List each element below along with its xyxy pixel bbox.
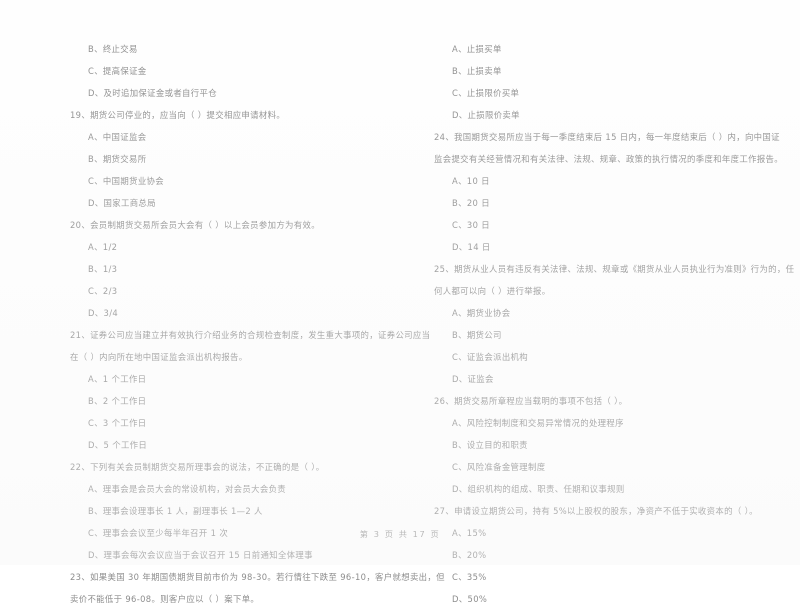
left-option-11: C、2/3 xyxy=(88,286,118,296)
left-option-0: B、终止交易 xyxy=(88,44,138,54)
left-question-3: 19、期货公司停业的，应当向（ ）提交相应申请材料。 xyxy=(70,110,286,120)
left-option-2: D、及时追加保证金或者自行平仓 xyxy=(88,88,217,98)
right-option-14: C、证监会派出机构 xyxy=(452,352,528,362)
right-option-3: D、止损限价卖单 xyxy=(452,110,520,120)
left-option-21: B、理事会设理事长 1 人，副理事长 1—2 人 xyxy=(88,506,263,516)
right-option-1: B、止损卖单 xyxy=(452,66,502,76)
right-option-12: A、期货业协会 xyxy=(452,308,511,318)
left-option-6: C、中国期货业协会 xyxy=(88,176,164,186)
right-option-23: B、20% xyxy=(452,550,487,560)
right-option-20: D、组织机构的组成、职责、任期和议事规则 xyxy=(452,484,625,494)
left-option-20: A、理事会是会员大会的常设机构，对会员大会负责 xyxy=(88,484,287,494)
left-question-24: 23、如果美国 30 年期国债期货目前市价为 98-30。若行情往下跌至 96-… xyxy=(70,572,445,582)
left-option-23: D、理事会每次会议应当于会议召开 15 日前通知全体理事 xyxy=(88,550,313,560)
page-footer: 第 3 页 共 17 页 xyxy=(359,529,441,539)
right-option-6: A、10 日 xyxy=(452,176,490,186)
right-option-2: C、止损限价买单 xyxy=(452,88,520,98)
right-option-17: A、风险控制制度和交易异常情况的处理程序 xyxy=(452,418,624,428)
left-question-19: 22、下列有关会员制期货交易所理事会的说法，不正确的是（ ）。 xyxy=(70,462,325,472)
left-question-cont-25: 卖价不能低于 96-08。则客户应以（ ）案下单。 xyxy=(70,594,260,604)
left-option-15: A、1 个工作日 xyxy=(88,374,147,384)
right-option-7: B、20 日 xyxy=(452,198,490,208)
left-question-8: 20、会员制期货交易所会员大会有（ ）以上会员参加方为有效。 xyxy=(70,220,320,230)
right-option-19: C、风险准备金管理制度 xyxy=(452,462,546,472)
left-option-5: B、期货交易所 xyxy=(88,154,147,164)
right-question-4: 24、我国期货交易所应当于每一季度结束后 15 日内，每一年度结束后（ ）内，向… xyxy=(434,132,780,142)
left-option-7: D、国家工商总局 xyxy=(88,198,156,208)
left-option-1: C、提高保证金 xyxy=(88,66,147,76)
right-option-15: D、证监会 xyxy=(452,374,494,384)
left-option-9: A、1/2 xyxy=(88,242,118,252)
right-option-9: D、14 日 xyxy=(452,242,491,252)
exam-page: B、终止交易 C、提高保证金 D、及时追加保证金或者自行平仓 19、期货公司停业的，应… xyxy=(0,0,800,604)
right-option-13: B、期货公司 xyxy=(452,330,502,340)
right-question-10: 25、期货从业人员有违反有关法律、法规、规章或《期货从业人员执业行为准则》行为的… xyxy=(434,264,795,274)
right-question-cont-5: 监会提交有关经营情况和有关法律、法规、规章、政策的执行情况的季度和年度工作报告。 xyxy=(434,154,783,164)
right-question-21: 27、申请设立期货公司，持有 5%以上股权的股东，净资产不低于实收资本的（ ）。 xyxy=(434,506,758,516)
right-option-0: A、止损买单 xyxy=(452,44,502,54)
left-column: B、终止交易 C、提高保证金 D、及时追加保证金或者自行平仓 19、期货公司停业的，应… xyxy=(70,38,445,610)
left-option-17: C、3 个工作日 xyxy=(88,418,147,428)
left-option-18: D、5 个工作日 xyxy=(88,440,148,450)
left-option-4: A、中国证监会 xyxy=(88,132,147,142)
left-question-cont-14: 在（ ）内向所在地中国证监会派出机构报告。 xyxy=(70,352,248,362)
right-option-25: D、50% xyxy=(452,594,488,604)
right-option-8: C、30 日 xyxy=(452,220,491,230)
right-option-18: B、设立目的和职责 xyxy=(452,440,528,450)
left-question-13: 21、证券公司应当建立并有效执行介绍业务的合规检查制度，发生重大事项的，证券公司… xyxy=(70,330,431,340)
right-question-cont-11: 何人都可以向（ ）进行举报。 xyxy=(434,286,551,296)
right-column: A、止损买单 B、止损卖单 C、止损限价买单 D、止损限价卖单 24、我国期货交易所应当… xyxy=(434,38,795,610)
left-option-16: B、2 个工作日 xyxy=(88,396,147,406)
left-option-10: B、1/3 xyxy=(88,264,118,274)
right-option-24: C、35% xyxy=(452,572,487,582)
left-option-12: D、3/4 xyxy=(88,308,119,318)
right-question-16: 26、期货交易所章程应当载明的事项不包括（ ）。 xyxy=(434,396,628,406)
